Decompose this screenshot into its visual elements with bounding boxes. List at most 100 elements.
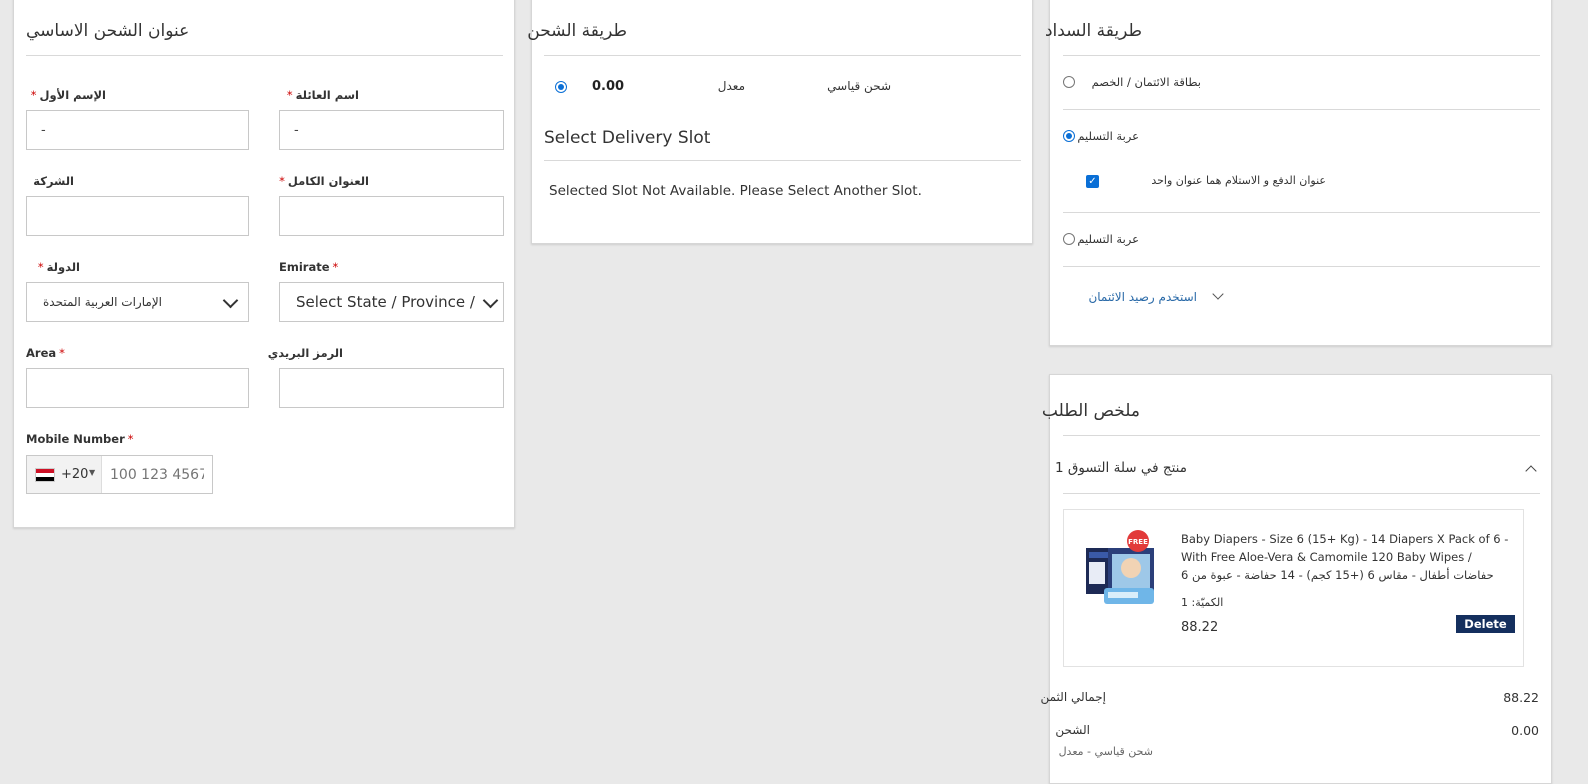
chevron-up-icon [1525,465,1537,477]
payment-option-cod-radio[interactable] [1063,130,1075,142]
first-name-label: الإسم الأول* [26,88,106,102]
required-mark: * [59,346,65,360]
zip-input[interactable] [280,369,503,407]
required-mark: * [332,260,339,274]
mobile-label: Mobile Number * [26,432,137,446]
company-field[interactable] [26,196,249,236]
full-address-label-text: العنوان الكامل [287,174,369,188]
required-mark: * [286,88,293,102]
items-in-cart-label: منتج في سلة التسوق 1 [1054,460,1187,476]
last-name-label: اسم العائلة* [279,88,359,102]
first-name-input[interactable] [27,111,248,149]
chevron-down-icon [222,292,239,309]
mobile-field: +20 ▼ [26,455,213,494]
last-name-field[interactable] [279,110,504,150]
emirate-select-value: Select State / Province / Region [296,293,476,311]
last-name-input[interactable] [280,111,503,149]
product-price: 88.22 [1181,620,1219,635]
same-address-row[interactable]: ✓ عنوان الدفع و الاستلام هما عنوان واحد [1086,171,1326,193]
store-credit-toggle[interactable]: استخدم رصيد الائتمان [1084,288,1224,310]
mobile-label-text: Mobile Number [26,432,125,446]
required-mark: * [279,174,285,188]
payment-method-title: طريقة السداد [1044,21,1142,41]
payment-option-cod-2-radio[interactable] [1063,233,1075,245]
emirate-label-text: Emirate [279,260,330,274]
payment-option-card-radio[interactable] [1063,76,1075,88]
emirate-label: Emirate * [279,260,341,274]
shipping-method-summary: شحن قياسي - معدل [1058,745,1153,758]
divider [1063,212,1540,213]
cart-items-toggle[interactable]: منتج في سلة التسوق 1 [1055,455,1540,483]
first-name-label-text: الإسم الأول [39,88,106,102]
divider [544,55,1021,56]
divider [26,55,503,56]
shipping-address-panel: عنوان الشحن الاساسي الإسم الأول* اسم الع… [13,0,515,528]
divider [1063,493,1540,494]
payment-method-panel: طريقة السداد بطاقة الائتمان / الخصم عربة… [1045,0,1552,346]
product-name[interactable]: Baby Diapers - Size 6 (15+ Kg) - 14 Diap… [1181,530,1511,584]
area-label: Area * [26,346,68,360]
shipping-option-row[interactable]: 0.00 معدل شحن قياسي [544,75,1021,99]
product-card: FREE Baby Diapers - Size 6 (15+ Kg) - 14… [1063,509,1524,667]
product-badge-text: FREE [1128,538,1148,546]
divider [544,160,1021,161]
same-address-checkbox[interactable]: ✓ [1086,175,1099,188]
zip-field[interactable] [279,368,504,408]
mobile-input[interactable] [102,456,212,493]
company-label: الشركة [26,174,74,188]
payment-option-cod[interactable]: عربة التسليم [1063,125,1540,149]
same-address-label: عنوان الدفع و الاستلام هما عنوان واحد [1151,174,1326,187]
zip-label: الرمز البريدي [268,346,343,360]
country-label: الدولة* [26,260,80,274]
payment-option-card[interactable]: بطاقة الائتمان / الخصم [1063,71,1540,95]
egypt-flag-icon [35,468,55,482]
emirate-select[interactable]: Select State / Province / Region [279,282,504,322]
shipping-total-label: الشحن [1055,723,1090,737]
shipping-option-rate: معدل [717,79,745,93]
subtotal-label: إجمالي الثمن [1040,690,1106,704]
product-image-svg: FREE [1086,530,1154,604]
shipping-total-value: 0.00 [1511,723,1539,738]
zip-label-text: الرمز البريدي [267,346,343,360]
full-address-label: العنوان الكامل* [279,174,369,188]
shipping-option-carrier: شحن قياسي [827,79,891,93]
last-name-label-text: اسم العائلة [295,88,359,102]
delivery-slot-message: Selected Slot Not Available. Please Sele… [549,183,922,199]
subtotal-value: 88.22 [1503,690,1539,705]
shipping-method-title: طريقة الشحن [527,21,627,41]
country-select[interactable]: الإمارات العربية المتحدة [26,282,249,322]
product-image[interactable]: FREE [1084,530,1158,608]
country-label-text: الدولة [46,260,80,274]
full-address-field[interactable] [279,196,504,236]
full-address-input[interactable] [280,197,503,235]
shipping-option-price: 0.00 [592,79,625,94]
required-mark: * [37,260,44,274]
divider [1063,109,1540,110]
payment-option-cod-2-label: عربة التسليم [1077,232,1139,246]
shipping-method-panel: طريقة الشحن 0.00 معدل شحن قياسي Select D… [527,0,1033,244]
divider [1063,266,1540,267]
country-code-selector[interactable]: +20 ▼ [27,456,102,493]
delete-button[interactable]: Delete [1456,615,1515,633]
shipping-address-title: عنوان الشحن الاساسي [26,21,190,41]
chevron-down-icon [1212,288,1224,300]
payment-option-card-label: بطاقة الائتمان / الخصم [1091,75,1201,89]
divider [1063,435,1540,436]
area-field[interactable] [26,368,249,408]
flag-stripe [36,477,54,481]
required-mark: * [30,88,37,102]
divider [1063,55,1540,56]
first-name-field[interactable] [26,110,249,150]
shipping-option-radio[interactable] [555,81,567,93]
order-summary-panel: ملخص الطلب منتج في سلة التسوق 1 FREE Bab… [1040,374,1552,784]
delivery-slot-title: Select Delivery Slot [544,128,711,148]
area-input[interactable] [27,369,248,407]
company-label-text: الشركة [33,174,74,188]
area-label-text: Area [26,346,57,360]
company-input[interactable] [27,197,248,235]
payment-option-cod-label: عربة التسليم [1077,129,1139,143]
store-credit-link: استخدم رصيد الائتمان [1088,290,1197,304]
order-summary-title: ملخص الطلب [1041,401,1140,421]
payment-option-cod-2[interactable]: عربة التسليم [1063,228,1540,252]
caret-down-icon: ▼ [89,468,96,477]
